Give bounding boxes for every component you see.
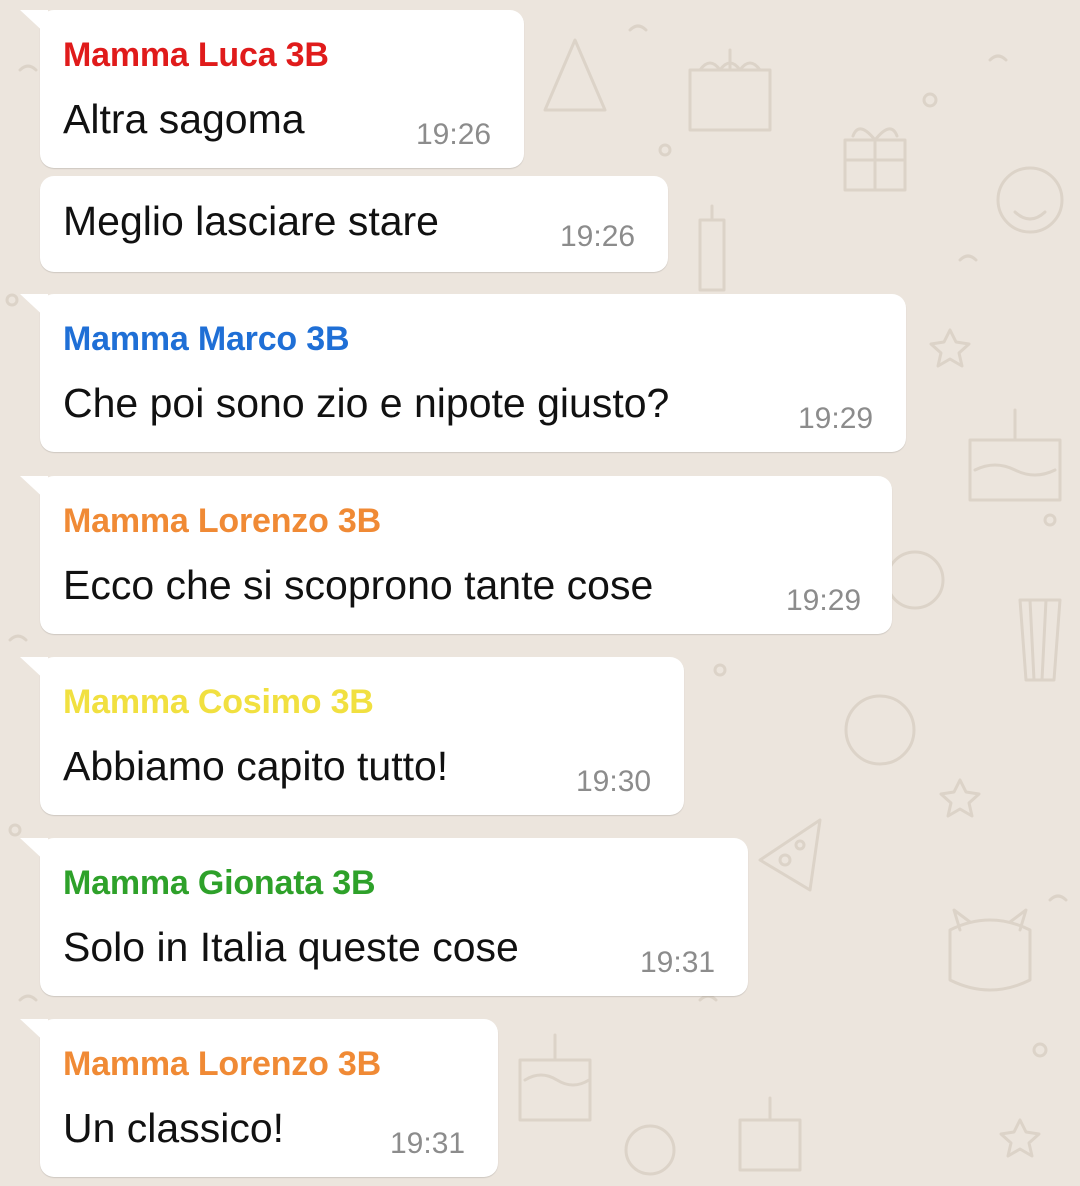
sender-name: Mamma Luca 3B [63,36,329,74]
message-bubble[interactable]: Mamma Lorenzo 3B Ecco che si scoprono ta… [20,476,892,634]
message-timestamp: 19:31 [640,946,716,979]
message-bubble[interactable]: Mamma Marco 3B Che poi sono zio e nipote… [20,294,906,452]
message-timestamp: 19:26 [416,118,492,151]
message-text: Un classico! [63,1105,285,1151]
message-text: Altra sagoma [63,96,305,142]
message-text: Abbiamo capito tutto! [63,743,449,789]
message-bubble[interactable]: Mamma Luca 3B Altra sagoma 19:26 [20,10,524,168]
message-bubble[interactable]: Mamma Lorenzo 3B Un classico! 19:31 [20,1019,498,1177]
message-bubble[interactable]: Mamma Cosimo 3B Abbiamo capito tutto! 19… [20,657,684,815]
message-timestamp: 19:29 [786,584,862,617]
sender-name: Mamma Lorenzo 3B [63,502,381,540]
message-timestamp: 19:26 [560,220,636,253]
message-bubble[interactable]: Mamma Gionata 3B Solo in Italia queste c… [20,838,748,996]
message-timestamp: 19:29 [798,402,874,435]
chat-message-list[interactable]: Mamma Luca 3B Altra sagoma 19:26 Meglio … [0,0,1080,1186]
sender-name: Mamma Marco 3B [63,320,350,358]
sender-name: Mamma Gionata 3B [63,864,376,902]
message-bubble[interactable]: Meglio lasciare stare 19:26 [40,176,668,272]
message-text: Ecco che si scoprono tante cose [63,562,654,608]
message-timestamp: 19:31 [390,1127,466,1160]
message-text: Meglio lasciare stare [63,198,439,244]
message-text: Solo in Italia queste cose [63,924,519,970]
sender-name: Mamma Cosimo 3B [63,683,374,721]
message-text: Che poi sono zio e nipote giusto? [63,380,670,426]
message-timestamp: 19:30 [576,765,652,798]
sender-name: Mamma Lorenzo 3B [63,1045,381,1083]
